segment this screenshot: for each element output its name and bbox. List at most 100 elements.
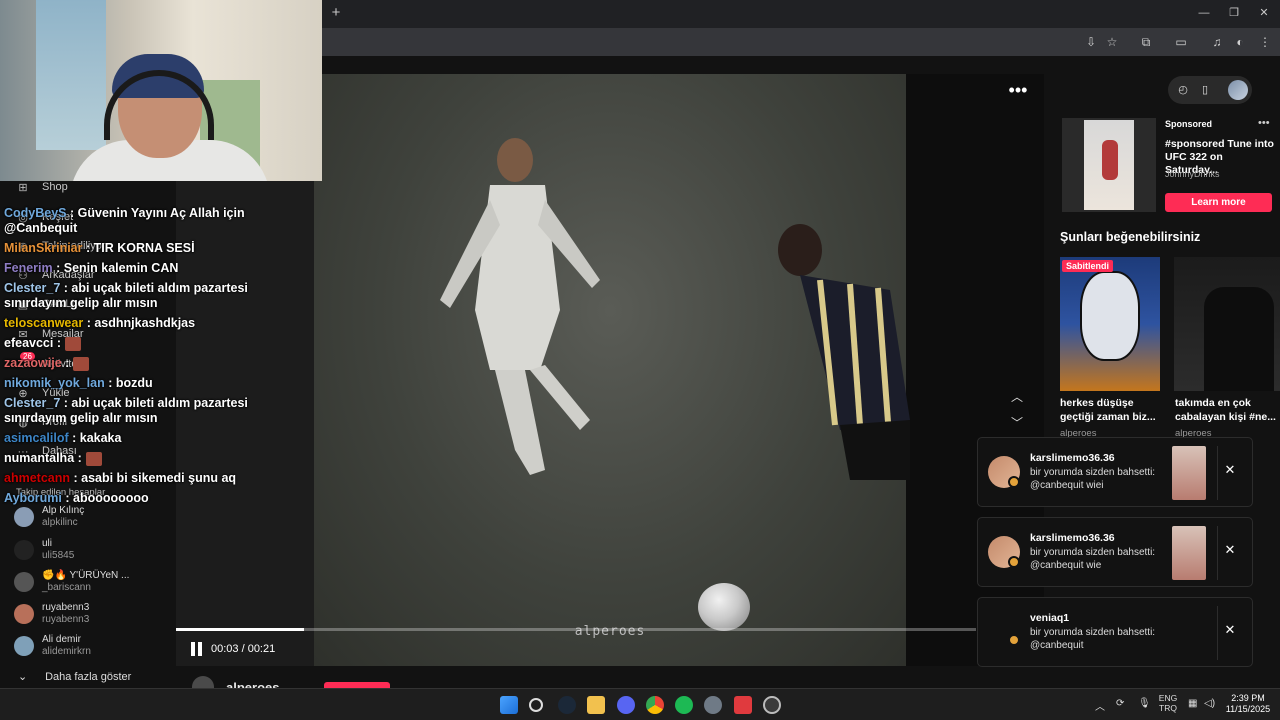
chat-emote-icon [85, 451, 102, 466]
steam-icon[interactable] [558, 696, 576, 714]
learn-more-button[interactable]: Learn more [1165, 193, 1272, 212]
windows-taskbar [0, 688, 1280, 720]
sidepanel-icon[interactable]: ▭ [1173, 34, 1189, 50]
video-more-options-icon[interactable]: ••• [1006, 81, 1030, 100]
suggested-video-caption[interactable]: takımda en çok cabalayan kişi #ne... [1175, 396, 1279, 424]
video-progress-bar[interactable] [176, 628, 976, 631]
notification-user: karslimemo36.36 [1030, 532, 1115, 544]
clock-time: 2:39 PM [1231, 693, 1265, 703]
minimize-icon[interactable]: — [1194, 5, 1214, 21]
followed-account[interactable]: ✊🔥 Y'ÜRÜYeN ... _bariscann [14, 568, 174, 598]
close-icon[interactable]: ✕ [1222, 462, 1238, 478]
followed-account[interactable]: uli uli5845 [14, 536, 174, 566]
suggestions-title: Şunları beğenebilirsiniz [1060, 230, 1201, 244]
chat-text: : asabi bi sikemedi şunu aq [73, 471, 237, 485]
chat-text: : kakaka [72, 431, 122, 445]
chat-text: : TIR KORNA SESİ [85, 241, 195, 255]
sidebar-item-shop[interactable]: Shop [42, 181, 68, 193]
chat-username: ahmetcann [4, 471, 70, 485]
suggested-video-thumbnail[interactable] [1060, 257, 1160, 391]
ad-brand[interactable]: JohnnyDrinks [1165, 169, 1220, 179]
chat-emote-icon [73, 356, 90, 371]
close-window-icon[interactable]: ✕ [1254, 5, 1274, 21]
pause-icon[interactable] [190, 642, 204, 656]
webcam-overlay [0, 0, 322, 181]
install-app-icon[interactable]: ⇩ [1083, 34, 1099, 50]
volume-icon[interactable]: ◁) [1204, 698, 1215, 709]
user-avatar[interactable] [1228, 80, 1248, 100]
player-white-kit [440, 138, 600, 475]
chat-username: CodyBeyS [4, 206, 67, 220]
mention-notification[interactable]: veniaq1 bir yorumda sizden bahsetti: @ca… [977, 597, 1253, 667]
tray-chevron-icon[interactable]: ︿ [1095, 698, 1105, 713]
close-icon[interactable]: ✕ [1222, 542, 1238, 558]
avatar [14, 636, 34, 656]
chat-username: asimcalilof [4, 431, 69, 445]
chat-username: efeavcci [4, 336, 54, 350]
spotify-icon[interactable] [675, 696, 693, 714]
see-more-button[interactable]: ⌄ Daha fazla göster [18, 670, 131, 683]
chat-message: asimcalilof : kakaka [4, 431, 294, 446]
ad-more-icon[interactable]: ••• [1258, 117, 1270, 129]
suggested-video-thumbnail[interactable] [1174, 257, 1280, 391]
chat-message: zazaowije : [4, 356, 294, 371]
chat-username: Ayborumi [4, 491, 62, 505]
new-tab-icon[interactable]: + [328, 5, 344, 21]
chat-username: zazaowije [4, 356, 62, 370]
notification-user: veniaq1 [1030, 612, 1070, 624]
chrome-icon[interactable] [646, 696, 664, 714]
webcam-window [36, 0, 106, 150]
language-indicator[interactable]: ENG TRQ [1158, 693, 1178, 713]
sync-icon[interactable]: ⟳ [1116, 698, 1124, 709]
chevron-down-icon: ⌄ [18, 671, 28, 683]
browser-menu-icon[interactable]: ⋮ [1257, 34, 1273, 50]
profile-icon[interactable]: ◐ [1232, 34, 1248, 50]
video-progress-fill [176, 628, 304, 631]
system-clock[interactable]: 2:39 PM 11/15/2025 [1222, 693, 1274, 715]
previous-video-icon[interactable]: ︿ [1008, 388, 1026, 404]
chat-text: : [65, 356, 70, 370]
restore-icon[interactable]: ❐ [1224, 5, 1244, 21]
phone-icon[interactable]: ▯ [1198, 83, 1212, 97]
close-icon[interactable]: ✕ [1222, 622, 1238, 638]
settings-icon[interactable] [704, 696, 722, 714]
chat-text: : asdhnjkashdkjas [86, 316, 196, 330]
game-icon[interactable] [763, 696, 781, 714]
followed-account[interactable]: ruyabenn3 ruyabenn3 [14, 600, 174, 630]
player-striped-kit [778, 224, 910, 480]
chat-message: numantalha : [4, 451, 294, 466]
windows-start-icon[interactable] [500, 696, 518, 714]
chat-username: MilanSkriniar [4, 241, 83, 255]
network-icon[interactable]: ▦ [1188, 698, 1197, 709]
ad-thumbnail[interactable] [1062, 118, 1156, 212]
divider [1217, 446, 1218, 500]
chat-message: ahmetcann : asabi bi sikemedi şunu aq [4, 471, 294, 486]
folder-icon[interactable] [587, 696, 605, 714]
mention-notification[interactable]: karslimemo36.36 bir yorumda sizden bahse… [977, 437, 1253, 507]
followed-account[interactable]: Ali demir alidemirkrn [14, 632, 174, 662]
chat-text: : [77, 451, 82, 465]
microphone-icon[interactable]: 🎙 [1138, 698, 1151, 709]
chat-message: Ayborumi : aboooooooo [4, 491, 294, 506]
media-icon[interactable]: ♫ [1209, 34, 1225, 50]
stream-chat: CodyBeyS : Güvenin Yayını Aç Allah için … [4, 206, 304, 511]
extensions-icon[interactable]: ⧉ [1138, 34, 1154, 50]
app-icon[interactable] [617, 696, 635, 714]
language-code: ENG [1158, 693, 1178, 703]
suggested-video-caption[interactable]: herkes düşüşe geçtiği zaman biz... [1060, 396, 1164, 424]
coins-icon[interactable]: ◴ [1176, 83, 1190, 97]
video-time: 00:03 / 00:21 [211, 643, 276, 655]
chat-message: MilanSkriniar : TIR KORNA SESİ [4, 241, 294, 256]
notification-text: bir yorumda sizden bahsetti: @canbequit … [1030, 467, 1156, 491]
video-app-icon[interactable] [734, 696, 752, 714]
bookmark-star-icon[interactable]: ☆ [1104, 34, 1120, 50]
pinned-badge: Sabitlendi [1062, 260, 1114, 272]
notification-text: bir yorumda sizden bahsetti: @canbequit [1030, 627, 1156, 651]
chat-message: CodyBeyS : Güvenin Yayını Aç Allah için … [4, 206, 294, 236]
mention-notification[interactable]: karslimemo36.36 bir yorumda sizden bahse… [977, 517, 1253, 587]
next-video-icon[interactable]: ﹀ [1008, 414, 1026, 430]
avatar [14, 604, 34, 624]
divider [1217, 606, 1218, 660]
chat-message: teloscanwear : asdhnjkashdkjas [4, 316, 294, 331]
search-icon[interactable] [529, 698, 543, 712]
